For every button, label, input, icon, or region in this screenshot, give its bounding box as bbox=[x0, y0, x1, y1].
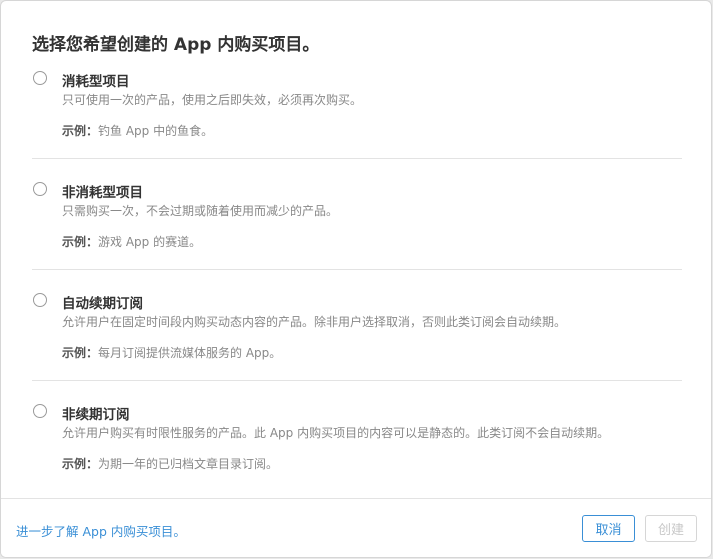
option-example: 示例：每月订阅提供流媒体服务的 App。 bbox=[62, 344, 281, 361]
create-iap-dialog: 选择您希望创建的 App 内购买项目。 消耗型项目 只可使用一次的产品，使用之后… bbox=[0, 0, 712, 558]
example-label: 示例： bbox=[62, 235, 99, 249]
option-auto-renewable-subscription[interactable]: 自动续期订阅 允许用户在固定时间段内购买动态内容的产品。除非用户选择取消，否则此… bbox=[32, 292, 682, 381]
option-title: 非续期订阅 bbox=[62, 407, 130, 423]
create-button[interactable]: 创建 bbox=[645, 515, 697, 542]
dialog-title: 选择您希望创建的 App 内购买项目。 bbox=[32, 35, 320, 55]
option-example: 示例：游戏 App 的赛道。 bbox=[62, 233, 201, 250]
example-text: 为期一年的已归档文章目录订阅。 bbox=[98, 457, 279, 471]
radio-button[interactable] bbox=[33, 182, 47, 196]
example-text: 每月订阅提供流媒体服务的 App。 bbox=[98, 346, 282, 360]
option-description: 允许用户购买有时限性服务的产品。此 App 内购买项目的内容可以是静态的。此类订… bbox=[62, 426, 610, 440]
example-label: 示例： bbox=[62, 457, 99, 471]
radio-button[interactable] bbox=[33, 293, 47, 307]
radio-button[interactable] bbox=[33, 71, 47, 85]
option-title: 消耗型项目 bbox=[62, 74, 130, 90]
option-example: 示例：为期一年的已归档文章目录订阅。 bbox=[62, 455, 278, 472]
dialog-footer: 进一步了解 App 内购买项目。 取消 创建 bbox=[1, 498, 711, 557]
option-description: 只可使用一次的产品，使用之后即失效，必须再次购买。 bbox=[62, 93, 363, 107]
radio-button[interactable] bbox=[33, 404, 47, 418]
option-description: 只需购买一次，不会过期或随着使用而减少的产品。 bbox=[62, 204, 339, 218]
learn-more-link[interactable]: 进一步了解 App 内购买项目。 bbox=[16, 521, 186, 540]
example-text: 钓鱼 App 中的鱼食。 bbox=[98, 124, 214, 138]
option-title: 自动续期订阅 bbox=[62, 296, 143, 312]
example-text: 游戏 App 的赛道。 bbox=[98, 235, 202, 249]
option-non-renewing-subscription[interactable]: 非续期订阅 允许用户购买有时限性服务的产品。此 App 内购买项目的内容可以是静… bbox=[32, 403, 682, 483]
option-description: 允许用户在固定时间段内购买动态内容的产品。除非用户选择取消，否则此类订阅会自动续… bbox=[62, 315, 567, 329]
option-non-consumable[interactable]: 非消耗型项目 只需购买一次，不会过期或随着使用而减少的产品。 示例：游戏 App… bbox=[32, 181, 682, 270]
option-consumable[interactable]: 消耗型项目 只可使用一次的产品，使用之后即失效，必须再次购买。 示例：钓鱼 Ap… bbox=[32, 70, 682, 159]
example-label: 示例： bbox=[62, 346, 99, 360]
example-label: 示例： bbox=[62, 124, 99, 138]
option-example: 示例：钓鱼 App 中的鱼食。 bbox=[62, 122, 213, 139]
option-title: 非消耗型项目 bbox=[62, 185, 143, 201]
cancel-button[interactable]: 取消 bbox=[582, 515, 635, 542]
